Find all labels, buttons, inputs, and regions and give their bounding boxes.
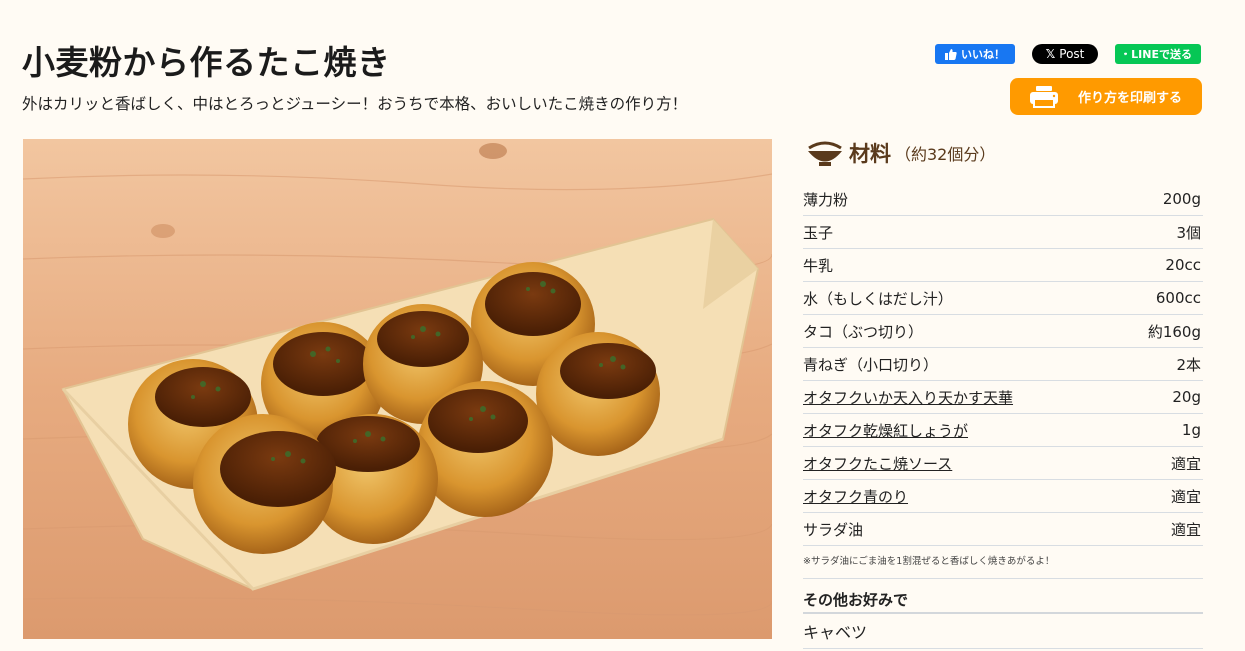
ingredient-amount: 適宜 [1170,454,1201,473]
ingredient-name: 牛乳 [803,256,834,275]
ingredient-row: オタフク青のり 適宜 [803,480,1203,513]
optional-ingredients-heading: その他お好みで [803,579,1203,614]
recipe-title: 小麦粉から作るたこ焼き [22,43,391,82]
ingredient-amount: 20g [1172,388,1201,406]
print-recipe-button[interactable]: 作り方を印刷する [1010,78,1202,115]
facebook-like-label: いいね！ [961,48,1005,61]
line-share-button[interactable]: LINEで送る [1115,44,1201,64]
ingredient-amount: 1g [1181,421,1201,439]
print-recipe-label: 作り方を印刷する [1078,91,1183,106]
ingredient-row: 薄力粉 200g [803,183,1203,216]
ingredient-row: オタフク乾燥紅しょうが 1g [803,414,1203,447]
ingredient-amount: 約160g [1147,322,1201,341]
ingredient-row: 青ねぎ（小口切り） 2本 [803,348,1203,381]
ingredient-amount: 200g [1162,190,1201,208]
ingredient-name: タコ（ぶつ切り） [803,322,924,341]
ingredient-amount: 3個 [1176,223,1201,242]
ingredient-row: タコ（ぶつ切り） 約160g [803,315,1203,348]
takoyaki-photo [23,139,772,639]
ingredient-amount: 20cc [1165,256,1201,274]
ingredients-serving: （約32個分） [895,145,996,164]
line-share-label: LINEで送る [1131,48,1192,61]
recipe-page: 小麦粉から作るたこ焼き 外はカリッと香ばしく、中はとろっとジューシー！おうちで本… [0,0,1245,651]
ingredient-name: 青ねぎ（小口切り） [803,355,939,374]
ingredient-link-beni-shoga[interactable]: オタフク乾燥紅しょうが [803,420,968,441]
ingredient-row: 水（もしくはだし汁） 600cc [803,282,1203,315]
recipe-subtitle: 外はカリッと香ばしく、中はとろっとジューシー！おうちで本格、おいしいたこ焼きの作… [22,95,688,113]
line-chat-icon [1124,52,1128,56]
ingredients-panel: 材料 （約32個分） 薄力粉 200g 玉子 3個 牛乳 20cc 水（もしくは… [803,135,1203,649]
facebook-like-button[interactable]: いいね！ [935,44,1015,64]
bowl-icon [808,141,842,166]
ingredient-name: サラダ油 [803,520,864,539]
ingredient-name: 玉子 [803,223,834,242]
ingredient-row: 牛乳 20cc [803,249,1203,282]
ingredient-amount: 600cc [1155,289,1201,307]
ingredient-name: 薄力粉 [803,190,849,209]
x-post-button[interactable]: 𝕏 Post [1032,44,1098,64]
ingredient-name: 水（もしくはだし汁） [803,289,953,308]
ingredient-row: サラダ油 適宜 [803,513,1203,546]
ingredients-header: 材料 （約32個分） [803,135,1203,171]
ingredient-row: オタフクたこ焼ソース 適宜 [803,447,1203,480]
ingredient-amount: 適宜 [1170,487,1201,506]
x-post-label: Post [1059,47,1085,61]
share-buttons: いいね！ 𝕏 Post LINEで送る [935,44,1201,64]
thumbs-up-icon [945,48,957,60]
ingredient-link-tenkasu[interactable]: オタフクいか天入り天かす天華 [803,387,1013,408]
ingredient-row: 玉子 3個 [803,216,1203,249]
ingredient-row: オタフクいか天入り天かす天華 20g [803,381,1203,414]
ingredient-link-aonori[interactable]: オタフク青のり [803,486,908,507]
x-logo-icon: 𝕏 [1045,47,1056,61]
ingredients-title: 材料 [849,142,891,166]
ingredients-note: ※サラダ油にごま油を1割混ぜると香ばしく焼きあがるよ！ [803,546,1203,579]
printer-icon [1030,85,1058,108]
optional-ingredient-row: キャベツ [803,614,1203,649]
ingredient-amount: 適宜 [1170,520,1201,539]
ingredient-link-takoyaki-sauce[interactable]: オタフクたこ焼ソース [803,453,952,474]
ingredient-amount: 2本 [1176,355,1201,374]
